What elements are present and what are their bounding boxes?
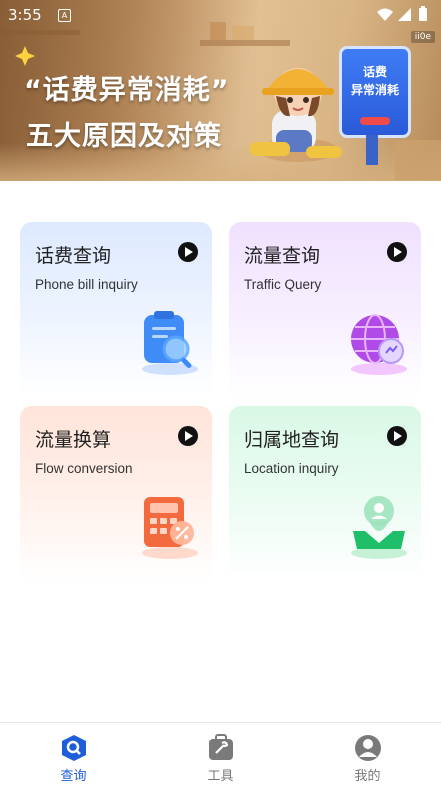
- card-subtitle: Flow conversion: [35, 461, 133, 476]
- wifi-signal-battery-icon: [377, 6, 427, 21]
- play-icon[interactable]: [387, 426, 407, 446]
- card-subtitle: Phone bill inquiry: [35, 277, 138, 292]
- card-flow-conversion[interactable]: 流量换算 Flow conversion: [20, 406, 212, 581]
- sparkle-star-icon: [15, 46, 35, 66]
- nav-tab-query[interactable]: 查询: [0, 723, 147, 785]
- location-pin-icon: [351, 496, 407, 559]
- play-icon[interactable]: [387, 242, 407, 262]
- card-title: 归属地查询: [244, 429, 340, 451]
- sign-line2: 异常消耗: [350, 83, 399, 97]
- globe-traffic-icon: [351, 314, 407, 375]
- sign-post: [366, 135, 378, 165]
- status-icons: [375, 6, 433, 28]
- status-time: 3:55: [8, 6, 42, 24]
- promo-banner[interactable]: 3:55 A ii0e “话费异常消耗” 五大原因及对策 话费 异常消耗: [0, 0, 441, 181]
- banner-headline-line2: 五大原因及对策: [26, 121, 222, 152]
- play-icon[interactable]: [178, 426, 198, 446]
- profile-icon: [355, 735, 381, 761]
- nav-tab-profile[interactable]: 我的: [294, 723, 441, 785]
- banner-sign: 话费 异常消耗: [339, 46, 411, 138]
- bottom-navigation: 查询 工具 我的: [0, 722, 441, 785]
- sign-line1: 话费: [362, 65, 387, 79]
- card-title: 话费查询: [35, 245, 112, 267]
- nav-label: 查询: [60, 769, 87, 784]
- card-subtitle: Traffic Query: [244, 277, 322, 292]
- notification-icon: A: [58, 9, 71, 22]
- search-icon: [62, 735, 86, 761]
- nav-label: 我的: [354, 769, 381, 784]
- toolbox-icon: [209, 734, 233, 760]
- banner-headline-line1: “话费异常消耗”: [24, 75, 230, 106]
- nav-tab-tools[interactable]: 工具: [147, 723, 294, 785]
- status-bar: 3:55 A: [0, 0, 441, 30]
- ad-tag: ii0e: [410, 31, 435, 43]
- card-title: 流量查询: [244, 245, 321, 267]
- card-traffic-query[interactable]: 流量查询 Traffic Query: [229, 222, 421, 397]
- card-phone-bill-inquiry[interactable]: 话费查询 Phone bill inquiry: [20, 222, 212, 397]
- card-location-inquiry[interactable]: 归属地查询 Location inquiry: [229, 406, 421, 581]
- card-title: 流量换算: [35, 429, 112, 451]
- nav-label: 工具: [207, 769, 234, 784]
- phone-bill-search-icon: [142, 311, 198, 375]
- calculator-icon: [142, 497, 198, 559]
- card-subtitle: Location inquiry: [244, 461, 339, 476]
- play-icon[interactable]: [178, 242, 198, 262]
- sign-pill: [360, 117, 390, 125]
